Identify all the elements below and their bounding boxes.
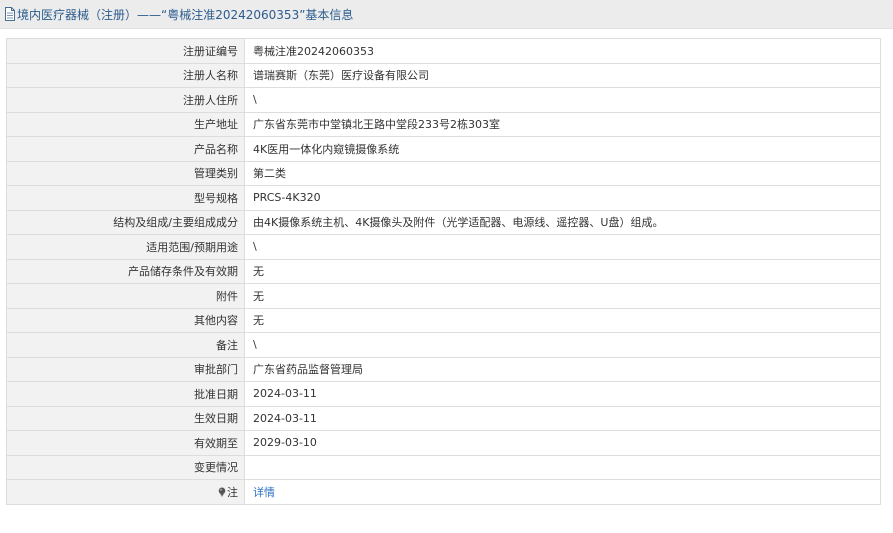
row-value: \ <box>244 87 881 113</box>
row-value: 第二类 <box>244 160 881 186</box>
row-value: 2024-03-11 <box>244 405 881 431</box>
note-label-cell: 注 <box>6 479 245 505</box>
row-value: 广东省东莞市中堂镇北王路中堂段233号2栋303室 <box>244 111 881 137</box>
row-value: 无 <box>244 307 881 333</box>
row-label: 生产地址 <box>6 111 245 137</box>
page-title: 境内医疗器械（注册）——“粤械注准20242060353”基本信息 <box>17 7 354 22</box>
row-label: 产品储存条件及有效期 <box>6 258 245 284</box>
row-label: 有效期至 <box>6 430 245 456</box>
lightbulb-icon <box>218 487 226 497</box>
row-value: 由4K摄像系统主机、4K摄像头及附件（光学适配器、电源线、遥控器、U盘）组成。 <box>244 209 881 235</box>
row-value: 谱瑞赛斯（东莞）医疗设备有限公司 <box>244 62 881 88</box>
info-row: 注册证编号 粤械注准20242060353 <box>6 38 881 64</box>
row-label: 其他内容 <box>6 307 245 333</box>
row-value: 2029-03-10 <box>244 430 881 456</box>
row-value: \ <box>244 332 881 358</box>
row-value: \ <box>244 234 881 260</box>
row-label: 备注 <box>6 332 245 358</box>
info-row: 生效日期 2024-03-11 <box>6 405 881 431</box>
page-title-bar: 境内医疗器械（注册）——“粤械注准20242060353”基本信息 <box>0 0 893 29</box>
info-row: 备注 \ <box>6 332 881 358</box>
row-label: 型号规格 <box>6 185 245 211</box>
row-label: 附件 <box>6 283 245 309</box>
info-table: 注册证编号 粤械注准20242060353 注册人名称 谱瑞赛斯（东莞）医疗设备有限公… <box>6 38 881 505</box>
row-label: 注册人名称 <box>6 62 245 88</box>
info-row: 产品储存条件及有效期无 <box>6 258 881 284</box>
note-label: 注 <box>227 485 238 499</box>
details-link[interactable]: 详情 <box>253 486 275 499</box>
row-label: 结构及组成/主要组成成分 <box>6 209 245 235</box>
row-value: 广东省药品监督管理局 <box>244 356 881 382</box>
row-label: 产品名称 <box>6 136 245 162</box>
document-icon <box>4 7 16 21</box>
row-value <box>244 454 881 480</box>
info-row: 生产地址 广东省东莞市中堂镇北王路中堂段233号2栋303室 <box>6 111 881 137</box>
info-row: 其他内容无 <box>6 307 881 333</box>
info-row: 注册人住所 \ <box>6 87 881 113</box>
info-row: 型号规格 PRCS-4K320 <box>6 185 881 211</box>
row-label: 批准日期 <box>6 381 245 407</box>
row-value: 2024-03-11 <box>244 381 881 407</box>
info-row: 产品名称 4K医用一体化内窥镜摄像系统 <box>6 136 881 162</box>
info-row: 管理类别 第二类 <box>6 160 881 186</box>
info-row: 附件无 <box>6 283 881 309</box>
note-row: 注 详情 <box>6 479 881 505</box>
row-value: PRCS-4K320 <box>244 185 881 211</box>
row-label: 变更情况 <box>6 454 245 480</box>
row-label: 适用范围/预期用途 <box>6 234 245 260</box>
row-label: 注册人住所 <box>6 87 245 113</box>
row-label: 生效日期 <box>6 405 245 431</box>
row-label: 注册证编号 <box>6 38 245 64</box>
row-label: 审批部门 <box>6 356 245 382</box>
row-value: 4K医用一体化内窥镜摄像系统 <box>244 136 881 162</box>
row-value: 无 <box>244 283 881 309</box>
info-row: 注册人名称 谱瑞赛斯（东莞）医疗设备有限公司 <box>6 62 881 88</box>
info-table-wrapper: 注册证编号 粤械注准20242060353 注册人名称 谱瑞赛斯（东莞）医疗设备有限公… <box>6 38 881 505</box>
info-row: 适用范围/预期用途 \ <box>6 234 881 260</box>
info-row: 变更情况 <box>6 454 881 480</box>
info-row: 审批部门 广东省药品监督管理局 <box>6 356 881 382</box>
row-value: 无 <box>244 258 881 284</box>
row-value: 粤械注准20242060353 <box>244 38 881 64</box>
info-row: 结构及组成/主要组成成分 由4K摄像系统主机、4K摄像头及附件（光学适配器、电源线… <box>6 209 881 235</box>
info-table-body: 注册证编号 粤械注准20242060353 注册人名称 谱瑞赛斯（东莞）医疗设备有限公… <box>6 38 881 505</box>
row-label: 管理类别 <box>6 160 245 186</box>
info-row: 有效期至 2029-03-10 <box>6 430 881 456</box>
info-row: 批准日期 2024-03-11 <box>6 381 881 407</box>
note-value-cell: 详情 <box>244 479 881 505</box>
